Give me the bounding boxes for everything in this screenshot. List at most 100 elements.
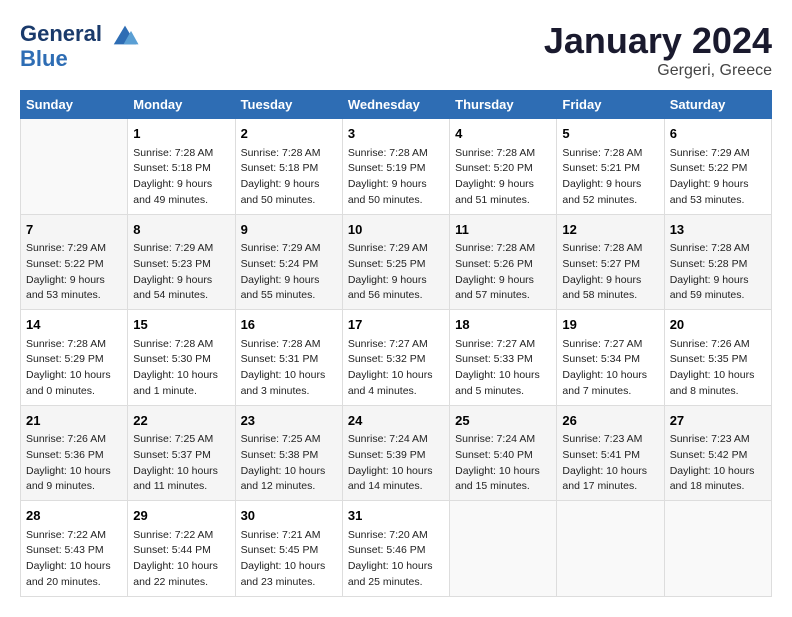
col-header-thursday: Thursday [450,91,557,119]
week-row-3: 14Sunrise: 7:28 AM Sunset: 5:29 PM Dayli… [21,310,772,406]
calendar-cell: 10Sunrise: 7:29 AM Sunset: 5:25 PM Dayli… [342,214,449,310]
calendar-cell: 15Sunrise: 7:28 AM Sunset: 5:30 PM Dayli… [128,310,235,406]
calendar-cell [450,501,557,597]
calendar-cell: 17Sunrise: 7:27 AM Sunset: 5:32 PM Dayli… [342,310,449,406]
calendar-cell: 4Sunrise: 7:28 AM Sunset: 5:20 PM Daylig… [450,119,557,215]
calendar-cell: 26Sunrise: 7:23 AM Sunset: 5:41 PM Dayli… [557,405,664,501]
day-content: Sunrise: 7:27 AM Sunset: 5:33 PM Dayligh… [455,337,551,400]
day-content: Sunrise: 7:28 AM Sunset: 5:20 PM Dayligh… [455,146,551,209]
day-number: 25 [455,411,551,431]
calendar-cell: 16Sunrise: 7:28 AM Sunset: 5:31 PM Dayli… [235,310,342,406]
day-number: 7 [26,220,122,240]
day-content: Sunrise: 7:28 AM Sunset: 5:18 PM Dayligh… [241,146,337,209]
day-content: Sunrise: 7:29 AM Sunset: 5:23 PM Dayligh… [133,241,229,304]
day-number: 9 [241,220,337,240]
calendar-cell: 22Sunrise: 7:25 AM Sunset: 5:37 PM Dayli… [128,405,235,501]
calendar-cell: 13Sunrise: 7:28 AM Sunset: 5:28 PM Dayli… [664,214,771,310]
day-number: 26 [562,411,658,431]
calendar-cell [557,501,664,597]
col-header-friday: Friday [557,91,664,119]
calendar-body: 1Sunrise: 7:28 AM Sunset: 5:18 PM Daylig… [21,119,772,597]
day-number: 2 [241,124,337,144]
page-header: General Blue January 2024 Gergeri, Greec… [20,20,772,80]
calendar-cell [664,501,771,597]
main-title: January 2024 [544,20,772,62]
col-header-tuesday: Tuesday [235,91,342,119]
calendar-table: SundayMondayTuesdayWednesdayThursdayFrid… [20,90,772,597]
day-content: Sunrise: 7:28 AM Sunset: 5:19 PM Dayligh… [348,146,444,209]
day-content: Sunrise: 7:21 AM Sunset: 5:45 PM Dayligh… [241,528,337,591]
calendar-cell: 5Sunrise: 7:28 AM Sunset: 5:21 PM Daylig… [557,119,664,215]
calendar-cell: 18Sunrise: 7:27 AM Sunset: 5:33 PM Dayli… [450,310,557,406]
calendar-cell: 7Sunrise: 7:29 AM Sunset: 5:22 PM Daylig… [21,214,128,310]
calendar-cell: 29Sunrise: 7:22 AM Sunset: 5:44 PM Dayli… [128,501,235,597]
day-number: 31 [348,506,444,526]
calendar-cell: 20Sunrise: 7:26 AM Sunset: 5:35 PM Dayli… [664,310,771,406]
day-number: 4 [455,124,551,144]
calendar-cell: 14Sunrise: 7:28 AM Sunset: 5:29 PM Dayli… [21,310,128,406]
calendar-cell: 31Sunrise: 7:20 AM Sunset: 5:46 PM Dayli… [342,501,449,597]
col-header-monday: Monday [128,91,235,119]
day-content: Sunrise: 7:28 AM Sunset: 5:18 PM Dayligh… [133,146,229,209]
day-content: Sunrise: 7:20 AM Sunset: 5:46 PM Dayligh… [348,528,444,591]
day-number: 15 [133,315,229,335]
day-number: 14 [26,315,122,335]
calendar-cell: 2Sunrise: 7:28 AM Sunset: 5:18 PM Daylig… [235,119,342,215]
calendar-cell: 28Sunrise: 7:22 AM Sunset: 5:43 PM Dayli… [21,501,128,597]
col-header-wednesday: Wednesday [342,91,449,119]
day-number: 28 [26,506,122,526]
day-number: 29 [133,506,229,526]
day-content: Sunrise: 7:27 AM Sunset: 5:32 PM Dayligh… [348,337,444,400]
calendar-cell: 11Sunrise: 7:28 AM Sunset: 5:26 PM Dayli… [450,214,557,310]
day-number: 6 [670,124,766,144]
calendar-cell [21,119,128,215]
day-content: Sunrise: 7:23 AM Sunset: 5:41 PM Dayligh… [562,432,658,495]
calendar-header: SundayMondayTuesdayWednesdayThursdayFrid… [21,91,772,119]
calendar-cell: 27Sunrise: 7:23 AM Sunset: 5:42 PM Dayli… [664,405,771,501]
day-content: Sunrise: 7:26 AM Sunset: 5:36 PM Dayligh… [26,432,122,495]
day-number: 13 [670,220,766,240]
day-content: Sunrise: 7:28 AM Sunset: 5:28 PM Dayligh… [670,241,766,304]
week-row-1: 1Sunrise: 7:28 AM Sunset: 5:18 PM Daylig… [21,119,772,215]
day-number: 10 [348,220,444,240]
calendar-cell: 25Sunrise: 7:24 AM Sunset: 5:40 PM Dayli… [450,405,557,501]
day-content: Sunrise: 7:25 AM Sunset: 5:38 PM Dayligh… [241,432,337,495]
day-content: Sunrise: 7:24 AM Sunset: 5:39 PM Dayligh… [348,432,444,495]
calendar-cell: 24Sunrise: 7:24 AM Sunset: 5:39 PM Dayli… [342,405,449,501]
calendar-cell: 3Sunrise: 7:28 AM Sunset: 5:19 PM Daylig… [342,119,449,215]
week-row-5: 28Sunrise: 7:22 AM Sunset: 5:43 PM Dayli… [21,501,772,597]
calendar-cell: 21Sunrise: 7:26 AM Sunset: 5:36 PM Dayli… [21,405,128,501]
day-content: Sunrise: 7:25 AM Sunset: 5:37 PM Dayligh… [133,432,229,495]
logo-icon [110,20,140,50]
day-content: Sunrise: 7:28 AM Sunset: 5:26 PM Dayligh… [455,241,551,304]
day-number: 18 [455,315,551,335]
day-content: Sunrise: 7:22 AM Sunset: 5:44 PM Dayligh… [133,528,229,591]
day-number: 5 [562,124,658,144]
day-content: Sunrise: 7:29 AM Sunset: 5:24 PM Dayligh… [241,241,337,304]
col-header-sunday: Sunday [21,91,128,119]
day-content: Sunrise: 7:29 AM Sunset: 5:25 PM Dayligh… [348,241,444,304]
calendar-cell: 30Sunrise: 7:21 AM Sunset: 5:45 PM Dayli… [235,501,342,597]
day-content: Sunrise: 7:28 AM Sunset: 5:31 PM Dayligh… [241,337,337,400]
day-number: 16 [241,315,337,335]
day-content: Sunrise: 7:24 AM Sunset: 5:40 PM Dayligh… [455,432,551,495]
day-number: 23 [241,411,337,431]
calendar-cell: 23Sunrise: 7:25 AM Sunset: 5:38 PM Dayli… [235,405,342,501]
day-number: 21 [26,411,122,431]
day-number: 3 [348,124,444,144]
day-content: Sunrise: 7:22 AM Sunset: 5:43 PM Dayligh… [26,528,122,591]
subtitle: Gergeri, Greece [544,62,772,80]
title-block: January 2024 Gergeri, Greece [544,20,772,80]
day-number: 1 [133,124,229,144]
week-row-4: 21Sunrise: 7:26 AM Sunset: 5:36 PM Dayli… [21,405,772,501]
day-number: 22 [133,411,229,431]
day-number: 27 [670,411,766,431]
day-number: 19 [562,315,658,335]
day-number: 17 [348,315,444,335]
day-number: 30 [241,506,337,526]
calendar-cell: 9Sunrise: 7:29 AM Sunset: 5:24 PM Daylig… [235,214,342,310]
calendar-cell: 1Sunrise: 7:28 AM Sunset: 5:18 PM Daylig… [128,119,235,215]
day-content: Sunrise: 7:23 AM Sunset: 5:42 PM Dayligh… [670,432,766,495]
day-number: 12 [562,220,658,240]
day-number: 20 [670,315,766,335]
